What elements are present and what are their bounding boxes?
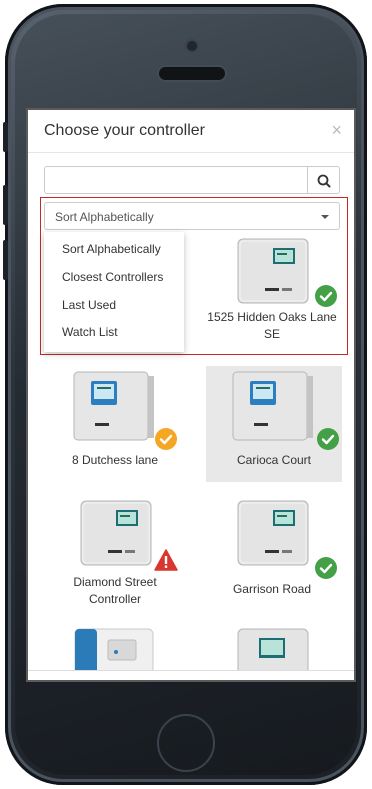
modal-title: Choose your controller: [44, 122, 205, 139]
controller-device-image: [73, 371, 154, 441]
modal-footer-divider: [28, 670, 354, 671]
sort-dropdown-menu: Sort Alphabetically Closest Controllers …: [44, 232, 184, 352]
phone-screen: Choose your controller × Sort Alphabetic…: [26, 108, 356, 682]
volume-down-button: [3, 240, 8, 280]
modal-header: Choose your controller ×: [28, 110, 354, 153]
home-button[interactable]: [157, 714, 215, 772]
volume-up-button: [3, 185, 8, 225]
controller-tile[interactable]: Diamond Street Controller: [40, 495, 190, 619]
controller-name: 8 Dutchess lane: [71, 453, 159, 467]
front-camera: [187, 41, 197, 51]
mute-switch: [3, 122, 8, 152]
sort-select[interactable]: Sort Alphabetically: [44, 202, 340, 230]
search-input[interactable]: [44, 166, 308, 194]
status-ok-icon: [317, 428, 339, 450]
controller-device-image: [237, 628, 309, 671]
controller-tile[interactable]: [197, 625, 347, 671]
sort-option-alphabetical[interactable]: Sort Alphabetically: [62, 242, 161, 256]
controller-device-image: [237, 500, 309, 566]
status-ok-icon: [315, 285, 337, 307]
chevron-down-icon: [321, 215, 329, 219]
sort-select-value: Sort Alphabetically: [55, 210, 154, 224]
close-button[interactable]: ×: [331, 120, 342, 141]
sort-option-watch-list[interactable]: Watch List: [62, 325, 118, 339]
earpiece-speaker: [159, 67, 225, 80]
controller-name-line2: SE: [263, 327, 280, 341]
controller-name: Diamond Street: [73, 575, 157, 589]
controller-device-image: [74, 628, 154, 671]
controller-name-line2: Controller: [88, 592, 142, 606]
controller-device-image: [237, 238, 309, 304]
status-ok-icon: [315, 557, 337, 579]
sort-option-closest[interactable]: Closest Controllers: [62, 270, 163, 284]
controller-name: 1525 Hidden Oaks Lane: [207, 310, 337, 324]
controller-tile[interactable]: [40, 625, 190, 671]
status-alert-icon: [154, 549, 178, 571]
controller-tile[interactable]: 1525 Hidden Oaks Lane SE: [197, 232, 347, 354]
search-icon: [317, 174, 331, 188]
controller-device-image: [232, 371, 313, 441]
controller-name: Garrison Road: [232, 582, 312, 596]
sort-option-last-used[interactable]: Last Used: [62, 298, 116, 312]
controller-name: Carioca Court: [236, 453, 312, 467]
controller-tile[interactable]: Garrison Road: [197, 495, 347, 619]
controller-picker-modal: Choose your controller × Sort Alphabetic…: [28, 110, 354, 680]
controller-tile[interactable]: 8 Dutchess lane: [40, 366, 190, 486]
controller-tile-selected[interactable]: Carioca Court: [206, 366, 342, 482]
search-button[interactable]: [307, 166, 340, 194]
controller-device-image: [80, 500, 152, 566]
status-warning-icon: [155, 428, 177, 450]
